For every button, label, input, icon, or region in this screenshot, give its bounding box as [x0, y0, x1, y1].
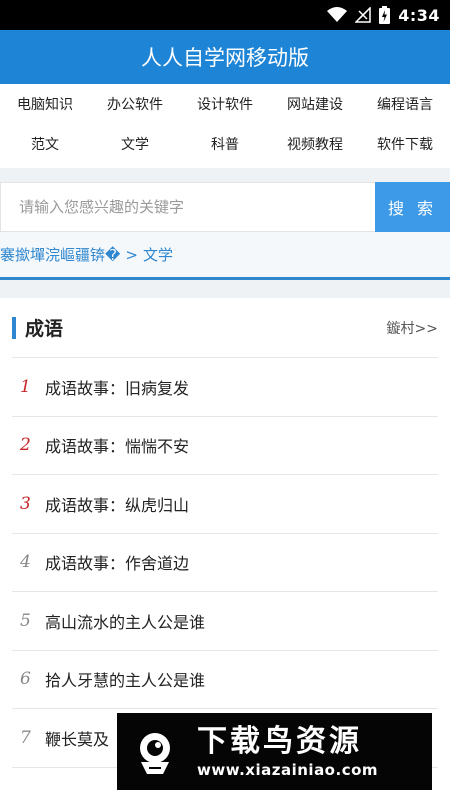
wifi-icon [327, 7, 348, 22]
list-item[interactable]: 4 成语故事：作舍道边 [12, 534, 438, 592]
article-title[interactable]: 鞭长莫及 [45, 726, 109, 750]
nav-item-computer-knowledge[interactable]: 电脑知识 [0, 92, 90, 118]
nav-item-design-software[interactable]: 设计软件 [180, 92, 270, 118]
status-bar: 4:34 [0, 0, 450, 30]
rank-number: 3 [20, 493, 31, 514]
nav-item-literature[interactable]: 文学 [90, 132, 180, 158]
status-time: 4:34 [398, 5, 440, 25]
breadcrumb: 褰撳墠浣嶇疆锛� > 文学 [0, 232, 450, 280]
section-header: 成语 鏇村>> [12, 298, 438, 358]
nav-item-software-download[interactable]: 软件下载 [360, 132, 450, 158]
more-link[interactable]: 鏇村>> [387, 318, 438, 338]
watermark-url: www.xiazainiao.com [197, 760, 379, 779]
article-list: 1 成语故事：旧病复发 2 成语故事：惴惴不安 3 成语故事：纵虎归山 4 成语… [12, 358, 438, 768]
article-title[interactable]: 成语故事：旧病复发 [45, 375, 189, 399]
rank-number: 7 [20, 727, 31, 748]
watermark-name: 下载鸟资源 [197, 723, 362, 759]
bird-logo-icon [127, 723, 183, 780]
title-accent-bar [12, 316, 16, 339]
nav-item-programming[interactable]: 编程语言 [360, 92, 450, 118]
breadcrumb-separator: > [125, 245, 138, 264]
divider [0, 280, 450, 298]
article-title[interactable]: 成语故事：纵虎归山 [45, 492, 189, 516]
breadcrumb-current[interactable]: 文学 [143, 244, 173, 265]
section-title-text: 成语 [25, 318, 64, 340]
nav-item-essays[interactable]: 范文 [0, 132, 90, 158]
idiom-section: 成语 鏇村>> 1 成语故事：旧病复发 2 成语故事：惴惴不安 3 成语故事：纵… [0, 298, 450, 768]
list-item[interactable]: 1 成语故事：旧病复发 [12, 358, 438, 417]
breadcrumb-home[interactable]: 褰撳墠浣嶇疆锛� [0, 244, 120, 265]
article-title[interactable]: 拾人牙慧的主人公是谁 [45, 667, 205, 691]
watermark-overlay: 下载鸟资源 www.xiazainiao.com [117, 713, 432, 790]
list-item[interactable]: 5 高山流水的主人公是谁 [12, 592, 438, 651]
nav-item-science[interactable]: 科普 [180, 132, 270, 158]
rank-number: 5 [20, 610, 31, 631]
search-input[interactable] [0, 182, 375, 232]
rank-number: 6 [20, 669, 31, 690]
search-bar: 搜 索 [0, 182, 450, 232]
article-title[interactable]: 成语故事：惴惴不安 [45, 433, 189, 457]
nav-item-office-software[interactable]: 办公软件 [90, 92, 180, 118]
list-item[interactable]: 3 成语故事：纵虎归山 [12, 475, 438, 534]
section-title: 成语 [12, 314, 63, 341]
category-nav: 电脑知识 办公软件 设计软件 网站建设 编程语言 范文 文学 科普 视频教程 软… [0, 84, 450, 168]
rank-number: 1 [20, 376, 31, 397]
article-title[interactable]: 成语故事：作舍道边 [45, 550, 189, 574]
battery-charging-icon [379, 6, 391, 24]
article-title[interactable]: 高山流水的主人公是谁 [45, 609, 205, 633]
rank-number: 4 [20, 552, 31, 573]
app-title: 人人自学网移动版 [0, 30, 450, 84]
nav-item-website-building[interactable]: 网站建设 [270, 92, 360, 118]
search-button[interactable]: 搜 索 [375, 182, 450, 232]
divider [0, 168, 450, 182]
rank-number: 2 [20, 435, 31, 456]
list-item[interactable]: 2 成语故事：惴惴不安 [12, 417, 438, 475]
list-item[interactable]: 6 拾人牙慧的主人公是谁 [12, 651, 438, 709]
nav-item-video-tutorials[interactable]: 视频教程 [270, 132, 360, 158]
signal-icon [355, 7, 371, 23]
